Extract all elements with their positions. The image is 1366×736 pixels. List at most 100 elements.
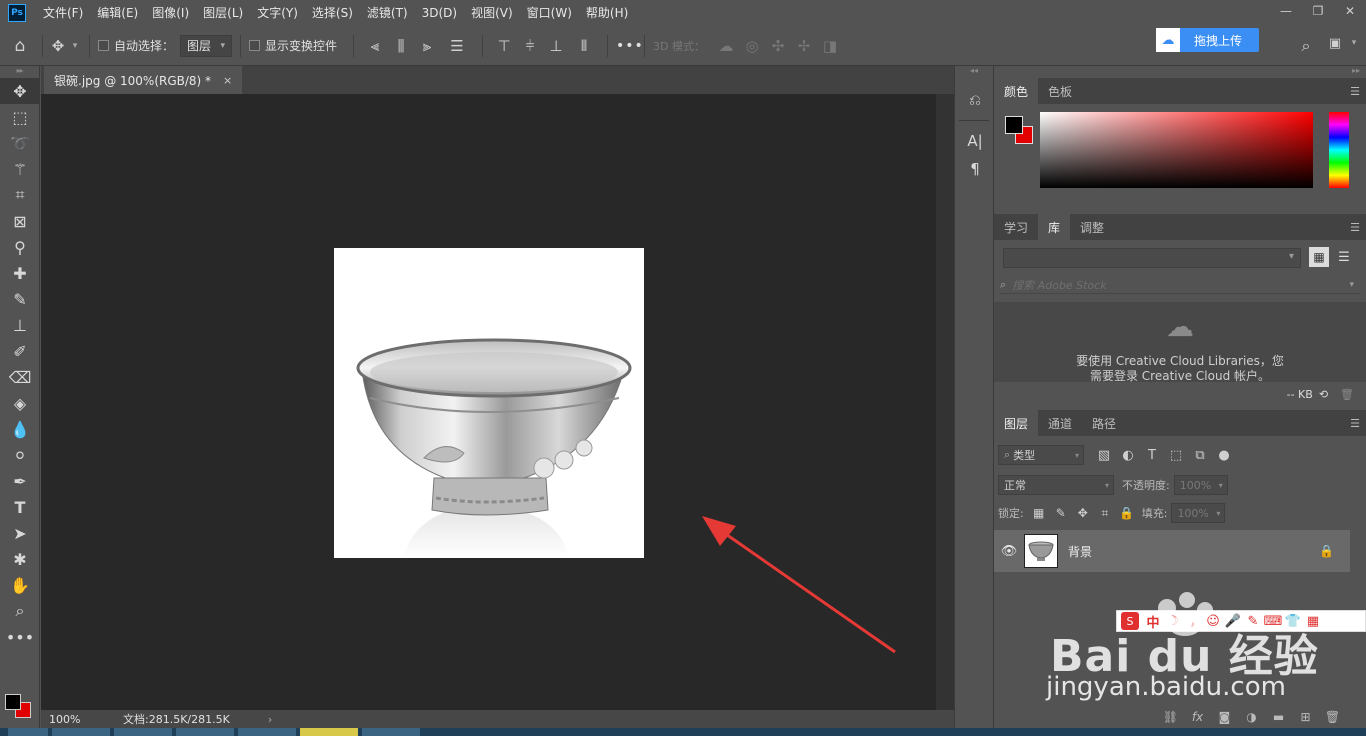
hue-slider[interactable] bbox=[1329, 112, 1349, 188]
chevron-down-icon[interactable]: ▾ bbox=[69, 41, 81, 51]
foreground-color-swatch[interactable] bbox=[1005, 116, 1023, 134]
fill-input[interactable]: 100% ▾ bbox=[1171, 503, 1226, 523]
ime-emoji-icon[interactable]: ☺ bbox=[1203, 614, 1223, 629]
magic-wand-tool-icon[interactable]: ⚚ bbox=[0, 156, 40, 182]
menu-window[interactable]: 窗口(W) bbox=[520, 0, 579, 26]
close-button[interactable]: ✕ bbox=[1334, 0, 1366, 22]
foreground-color-swatch[interactable] bbox=[5, 694, 21, 710]
character-panel-icon[interactable]: A| bbox=[955, 127, 995, 155]
grid-view-icon[interactable]: ▦ bbox=[1309, 247, 1329, 267]
taskbar-app[interactable] bbox=[238, 728, 296, 736]
clone-stamp-tool-icon[interactable]: ⊥ bbox=[0, 312, 40, 338]
layer-style-icon[interactable]: fx bbox=[1184, 710, 1211, 724]
ime-comma-icon[interactable]: , bbox=[1183, 614, 1203, 629]
vertical-scrollbar[interactable] bbox=[936, 94, 954, 710]
trash-icon[interactable]: 🗑 bbox=[1319, 710, 1346, 724]
panel-menu-icon[interactable]: ☰ bbox=[1350, 221, 1360, 234]
align-bottom-icon[interactable]: ⊥ bbox=[543, 37, 569, 55]
distribute-vertical-icon[interactable]: ⫴ bbox=[569, 37, 599, 55]
filter-toggle-icon[interactable]: ● bbox=[1212, 448, 1236, 463]
tab-libraries[interactable]: 库 bbox=[1038, 214, 1071, 240]
distribute-horizontal-icon[interactable]: ☰ bbox=[440, 37, 474, 55]
frame-tool-icon[interactable]: ⊠ bbox=[0, 208, 40, 234]
align-left-icon[interactable]: ⫷ bbox=[362, 37, 388, 55]
restore-button[interactable]: ❐ bbox=[1302, 0, 1334, 22]
tab-swatches[interactable]: 色板 bbox=[1038, 78, 1082, 104]
lock-transparent-icon[interactable]: ▦ bbox=[1028, 506, 1050, 520]
type-filter-icon[interactable]: T bbox=[1140, 448, 1164, 463]
history-panel-icon[interactable]: ⎌ bbox=[955, 86, 995, 114]
menu-image[interactable]: 图像(I) bbox=[145, 0, 196, 26]
lock-icon[interactable]: 🔒 bbox=[1319, 544, 1334, 558]
pixel-filter-icon[interactable]: ▧ bbox=[1092, 448, 1116, 463]
hand-tool-icon[interactable]: ✋ bbox=[0, 572, 40, 598]
tab-layers[interactable]: 图层 bbox=[994, 410, 1039, 436]
chevron-down-icon[interactable]: ▾ bbox=[1348, 38, 1360, 48]
zoom-tool-icon[interactable]: ⌕ bbox=[0, 598, 40, 624]
layer-filter-dropdown[interactable]: ⌕ 类型 ▾ bbox=[998, 445, 1084, 465]
layer-row[interactable]: 👁 背景 🔒 bbox=[994, 530, 1350, 572]
tab-learn[interactable]: 学习 bbox=[994, 214, 1038, 240]
upload-button[interactable]: ☁ 拖拽上传 bbox=[1156, 28, 1259, 52]
brush-tool-icon[interactable]: ✎ bbox=[0, 286, 40, 312]
menu-edit[interactable]: 编辑(E) bbox=[90, 0, 145, 26]
tab-adjustments[interactable]: 调整 bbox=[1070, 214, 1114, 240]
shape-filter-icon[interactable]: ⬚ bbox=[1164, 448, 1188, 463]
paragraph-panel-icon[interactable]: ¶ bbox=[955, 155, 995, 183]
ime-chinese-mode[interactable]: 中 bbox=[1143, 612, 1163, 631]
align-top-icon[interactable]: ⊤ bbox=[491, 37, 517, 55]
menu-help[interactable]: 帮助(H) bbox=[579, 0, 635, 26]
tab-color[interactable]: 颜色 bbox=[994, 78, 1039, 104]
ime-toolbox-icon[interactable]: ▦ bbox=[1303, 614, 1323, 629]
smart-object-filter-icon[interactable]: ⧉ bbox=[1188, 448, 1212, 463]
group-folder-icon[interactable]: ▬ bbox=[1265, 710, 1292, 724]
move-tool-icon[interactable]: ✥ bbox=[0, 78, 40, 104]
adobe-stock-search[interactable]: ⌕ 搜索 Adobe Stock ▾ bbox=[1000, 276, 1360, 294]
more-options-button[interactable]: ••• bbox=[616, 38, 643, 54]
tab-paths[interactable]: 路径 bbox=[1082, 410, 1126, 436]
panel-expand-icon[interactable]: ▸▸ bbox=[994, 66, 1366, 78]
blur-tool-icon[interactable]: 💧 bbox=[0, 416, 40, 442]
menu-type[interactable]: 文字(Y) bbox=[250, 0, 305, 26]
start-button[interactable] bbox=[8, 728, 48, 736]
eye-icon[interactable]: 👁 bbox=[994, 544, 1024, 559]
paint-bucket-tool-icon[interactable]: ◈ bbox=[0, 390, 40, 416]
close-icon[interactable]: × bbox=[223, 74, 232, 87]
auto-select-target-dropdown[interactable]: 图层 ▾ bbox=[180, 34, 233, 57]
ime-logo-icon[interactable]: S bbox=[1121, 612, 1139, 630]
workspace-icon[interactable]: ▣ bbox=[1326, 36, 1344, 51]
ime-voice-icon[interactable]: 🎤 bbox=[1223, 614, 1243, 629]
list-view-icon[interactable]: ☰ bbox=[1334, 247, 1354, 267]
panel-collapse-icon[interactable]: ▸▸ bbox=[0, 66, 39, 78]
dodge-tool-icon[interactable]: ⚪ bbox=[0, 442, 40, 468]
more-tools-icon[interactable]: ••• bbox=[0, 624, 40, 650]
type-tool-icon[interactable]: T bbox=[0, 494, 40, 520]
blend-mode-dropdown[interactable]: 正常 ▾ bbox=[998, 475, 1114, 495]
crop-tool-icon[interactable]: ⌗ bbox=[0, 182, 40, 208]
menu-file[interactable]: 文件(F) bbox=[36, 0, 90, 26]
align-vertical-center-icon[interactable]: ⫩ bbox=[517, 37, 543, 55]
lock-artboard-icon[interactable]: ⌗ bbox=[1094, 506, 1116, 521]
document-tab[interactable]: 银碗.jpg @ 100%(RGB/8) * × bbox=[44, 66, 243, 94]
library-select-dropdown[interactable]: ▾ bbox=[1003, 248, 1301, 268]
taskbar-app[interactable] bbox=[300, 728, 358, 736]
path-selection-tool-icon[interactable]: ➤ bbox=[0, 520, 40, 546]
menu-view[interactable]: 视图(V) bbox=[464, 0, 520, 26]
show-transform-checkbox[interactable] bbox=[249, 40, 261, 51]
link-layers-icon[interactable]: ⛓ bbox=[1157, 710, 1184, 724]
color-swatches[interactable] bbox=[5, 684, 35, 718]
lock-position-icon[interactable]: ✥ bbox=[1072, 506, 1094, 520]
panel-menu-icon[interactable]: ☰ bbox=[1350, 417, 1360, 430]
adjustment-filter-icon[interactable]: ◐ bbox=[1116, 448, 1140, 463]
home-icon[interactable]: ⌂ bbox=[0, 36, 40, 56]
align-horizontal-center-icon[interactable]: ⫼ bbox=[388, 37, 414, 55]
adjustment-layer-icon[interactable]: ◑ bbox=[1238, 710, 1265, 724]
lock-all-icon[interactable]: 🔒 bbox=[1116, 506, 1138, 520]
tab-channels[interactable]: 通道 bbox=[1038, 410, 1082, 436]
healing-brush-tool-icon[interactable]: ✚ bbox=[0, 260, 40, 286]
taskbar-app[interactable] bbox=[52, 728, 110, 736]
taskbar-app[interactable] bbox=[176, 728, 234, 736]
history-brush-tool-icon[interactable]: ✐ bbox=[0, 338, 40, 364]
ime-pen-icon[interactable]: ✎ bbox=[1243, 614, 1263, 629]
zoom-level[interactable]: 100% bbox=[41, 713, 89, 726]
